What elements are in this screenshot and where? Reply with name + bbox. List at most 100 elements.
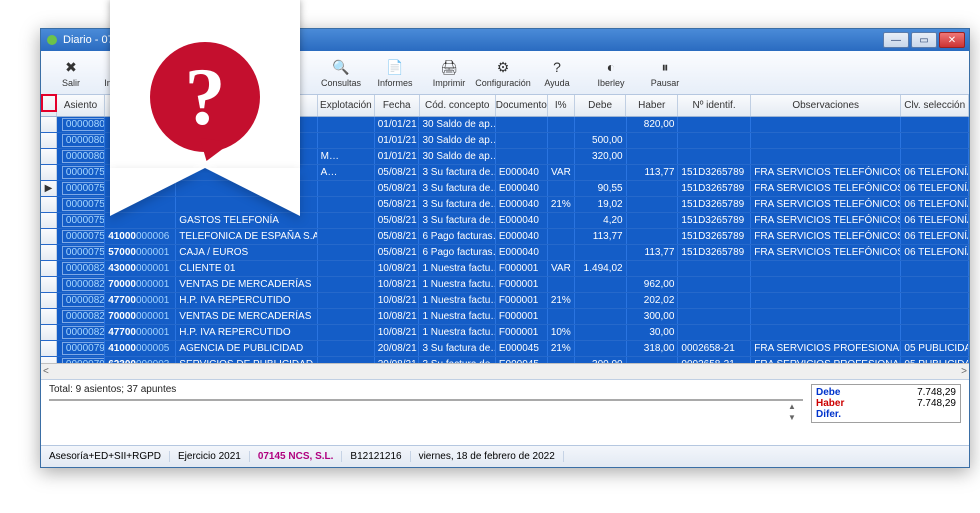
table-row[interactable]: 000008243000000001CLIENTE 0110/08/211 Nu… (41, 261, 969, 277)
cell-iv (548, 149, 575, 164)
salir-icon: ✖ (61, 57, 81, 77)
status-empresa: 07145 NCS, S.L. (250, 451, 343, 462)
imprimir-icon: 🖨 (439, 57, 459, 77)
toolbar-pausar-button[interactable]: ⏸Pausar (639, 53, 691, 93)
cell-ni: 0002658-21 (678, 357, 751, 363)
cell-nm: H.P. IVA REPERCUTIDO (176, 325, 317, 340)
column-header[interactable]: Nº identif. (678, 95, 751, 116)
cell-fe: 20/08/21 (375, 357, 420, 363)
toolbar-ayuda-button[interactable]: ?Ayuda (531, 53, 583, 93)
status-cif: B12121216 (342, 451, 410, 462)
cell-ob (751, 117, 901, 132)
memo-input[interactable]: ▲ ▼ (49, 399, 803, 401)
cell-ni (678, 117, 751, 132)
cell-nm: CAJA / EUROS (176, 245, 317, 260)
cell-cc: 3 Su factura de… (419, 181, 495, 196)
column-header[interactable]: Clv. selección (901, 95, 969, 116)
column-header[interactable]: Haber (626, 95, 678, 116)
cell-de (575, 325, 627, 340)
maximize-button[interactable]: ▭ (911, 32, 937, 48)
column-header[interactable]: I% (548, 95, 575, 116)
toolbar-salir-button[interactable]: ✖Salir (45, 53, 97, 93)
row-indicator (41, 341, 57, 356)
toolbar-consultas-button[interactable]: 🔍Consultas (315, 53, 367, 93)
asiento-value: 0000082 (62, 310, 105, 323)
cell-cl (901, 309, 969, 324)
table-row[interactable]: 000008270000000001VENTAS DE MERCADERÍAS1… (41, 277, 969, 293)
cell-iv: 21% (548, 197, 575, 212)
cell-dc: E000040 (496, 229, 548, 244)
memo-down-icon[interactable]: ▼ (784, 413, 800, 422)
column-header[interactable]: Observaciones (751, 95, 901, 116)
table-row[interactable]: 000007541000000006TELEFONICA DE ESPAÑA S… (41, 229, 969, 245)
cell-iv (548, 277, 575, 292)
cell-cl (901, 277, 969, 292)
cell-cl (901, 117, 969, 132)
cell-as: 0000075 (57, 245, 105, 260)
cell-iv (548, 245, 575, 260)
row-indicator (41, 133, 57, 148)
app-icon (45, 33, 59, 47)
horizontal-scrollbar[interactable]: < > (41, 363, 969, 379)
cell-ex (318, 133, 375, 148)
cell-dc (496, 149, 548, 164)
cell-cc: 6 Pago facturas… (419, 229, 495, 244)
column-header[interactable]: Cód. concepto (420, 95, 496, 116)
table-row[interactable]: 000007557000000001CAJA / EUROS05/08/216 … (41, 245, 969, 261)
cell-ex (318, 341, 375, 356)
cell-as: 0000075 (57, 229, 105, 244)
consultas-icon: 🔍 (331, 57, 351, 77)
cell-as: 0000080 (57, 133, 105, 148)
cell-nm: VENTAS DE MERCADERÍAS (176, 277, 317, 292)
cell-ni: 151D3265789 (678, 181, 751, 196)
scroll-right-icon[interactable]: > (961, 366, 967, 377)
column-header[interactable]: Debe (575, 95, 627, 116)
cell-de (575, 117, 627, 132)
column-header[interactable]: Explotación (318, 95, 375, 116)
table-row[interactable]: 000008270000000001VENTAS DE MERCADERÍAS1… (41, 309, 969, 325)
cell-de (575, 309, 627, 324)
cell-fe: 01/01/21 (375, 149, 420, 164)
iberley-icon: ◐ (601, 57, 621, 77)
cell-cc: 1 Nuestra factu… (419, 261, 495, 276)
footer: Total: 9 asientos; 37 apuntes ▲ ▼ Debe7.… (41, 379, 969, 467)
asiento-value: 0000075 (62, 198, 105, 211)
cell-cl (901, 293, 969, 308)
status-fecha: viernes, 18 de febrero de 2022 (411, 451, 564, 462)
cell-ex (318, 117, 375, 132)
scroll-left-icon[interactable]: < (43, 366, 49, 377)
column-header[interactable]: Fecha (375, 95, 420, 116)
cell-ni: 0002658-21 (678, 341, 751, 356)
column-header[interactable]: Asiento (57, 95, 105, 116)
cell-ob (751, 325, 901, 340)
cell-ob: FRA SERVICIOS TELEFÓNICOS (751, 245, 901, 260)
toolbar-imprimir-button[interactable]: 🖨Imprimir (423, 53, 475, 93)
toolbar-config-button[interactable]: ⚙Configuración (477, 53, 529, 93)
cell-cc: 1 Nuestra factu… (419, 293, 495, 308)
toolbar-informes-button[interactable]: 📄Informes (369, 53, 421, 93)
cell-as: 0000075 (57, 181, 105, 196)
table-row[interactable]: 000007941000000005AGENCIA DE PUBLICIDAD2… (41, 341, 969, 357)
column-header[interactable]: Documento (496, 95, 548, 116)
table-row[interactable]: 000008247700000001H.P. IVA REPERCUTIDO10… (41, 325, 969, 341)
table-row[interactable]: 000007962300000003SERVICIOS DE PUBLICIDA… (41, 357, 969, 363)
cell-dc (496, 133, 548, 148)
cell-iv: 10% (548, 325, 575, 340)
asiento-value: 0000079 (62, 358, 105, 363)
cell-cc: 3 Su factura de… (419, 341, 495, 356)
help-ribbon-overlay: ? (110, 0, 300, 218)
table-row[interactable]: 000008247700000001H.P. IVA REPERCUTIDO10… (41, 293, 969, 309)
minimize-button[interactable]: — (883, 32, 909, 48)
cell-cl: 06 TELEFONÍA (901, 197, 969, 212)
memo-up-icon[interactable]: ▲ (784, 402, 800, 411)
cell-fe: 01/01/21 (375, 133, 420, 148)
cell-ni (678, 309, 751, 324)
cell-ex: A… (318, 165, 375, 180)
toolbar-iberley-button[interactable]: ◐Iberley (585, 53, 637, 93)
cell-ob: FRA SERVICIOS TELEFÓNICOS (751, 197, 901, 212)
cell-ha: 300,00 (627, 309, 679, 324)
cell-fe: 10/08/21 (375, 325, 420, 340)
close-button[interactable]: ✕ (939, 32, 965, 48)
row-indicator: ▶ (41, 181, 57, 196)
cell-fe: 05/08/21 (375, 245, 420, 260)
